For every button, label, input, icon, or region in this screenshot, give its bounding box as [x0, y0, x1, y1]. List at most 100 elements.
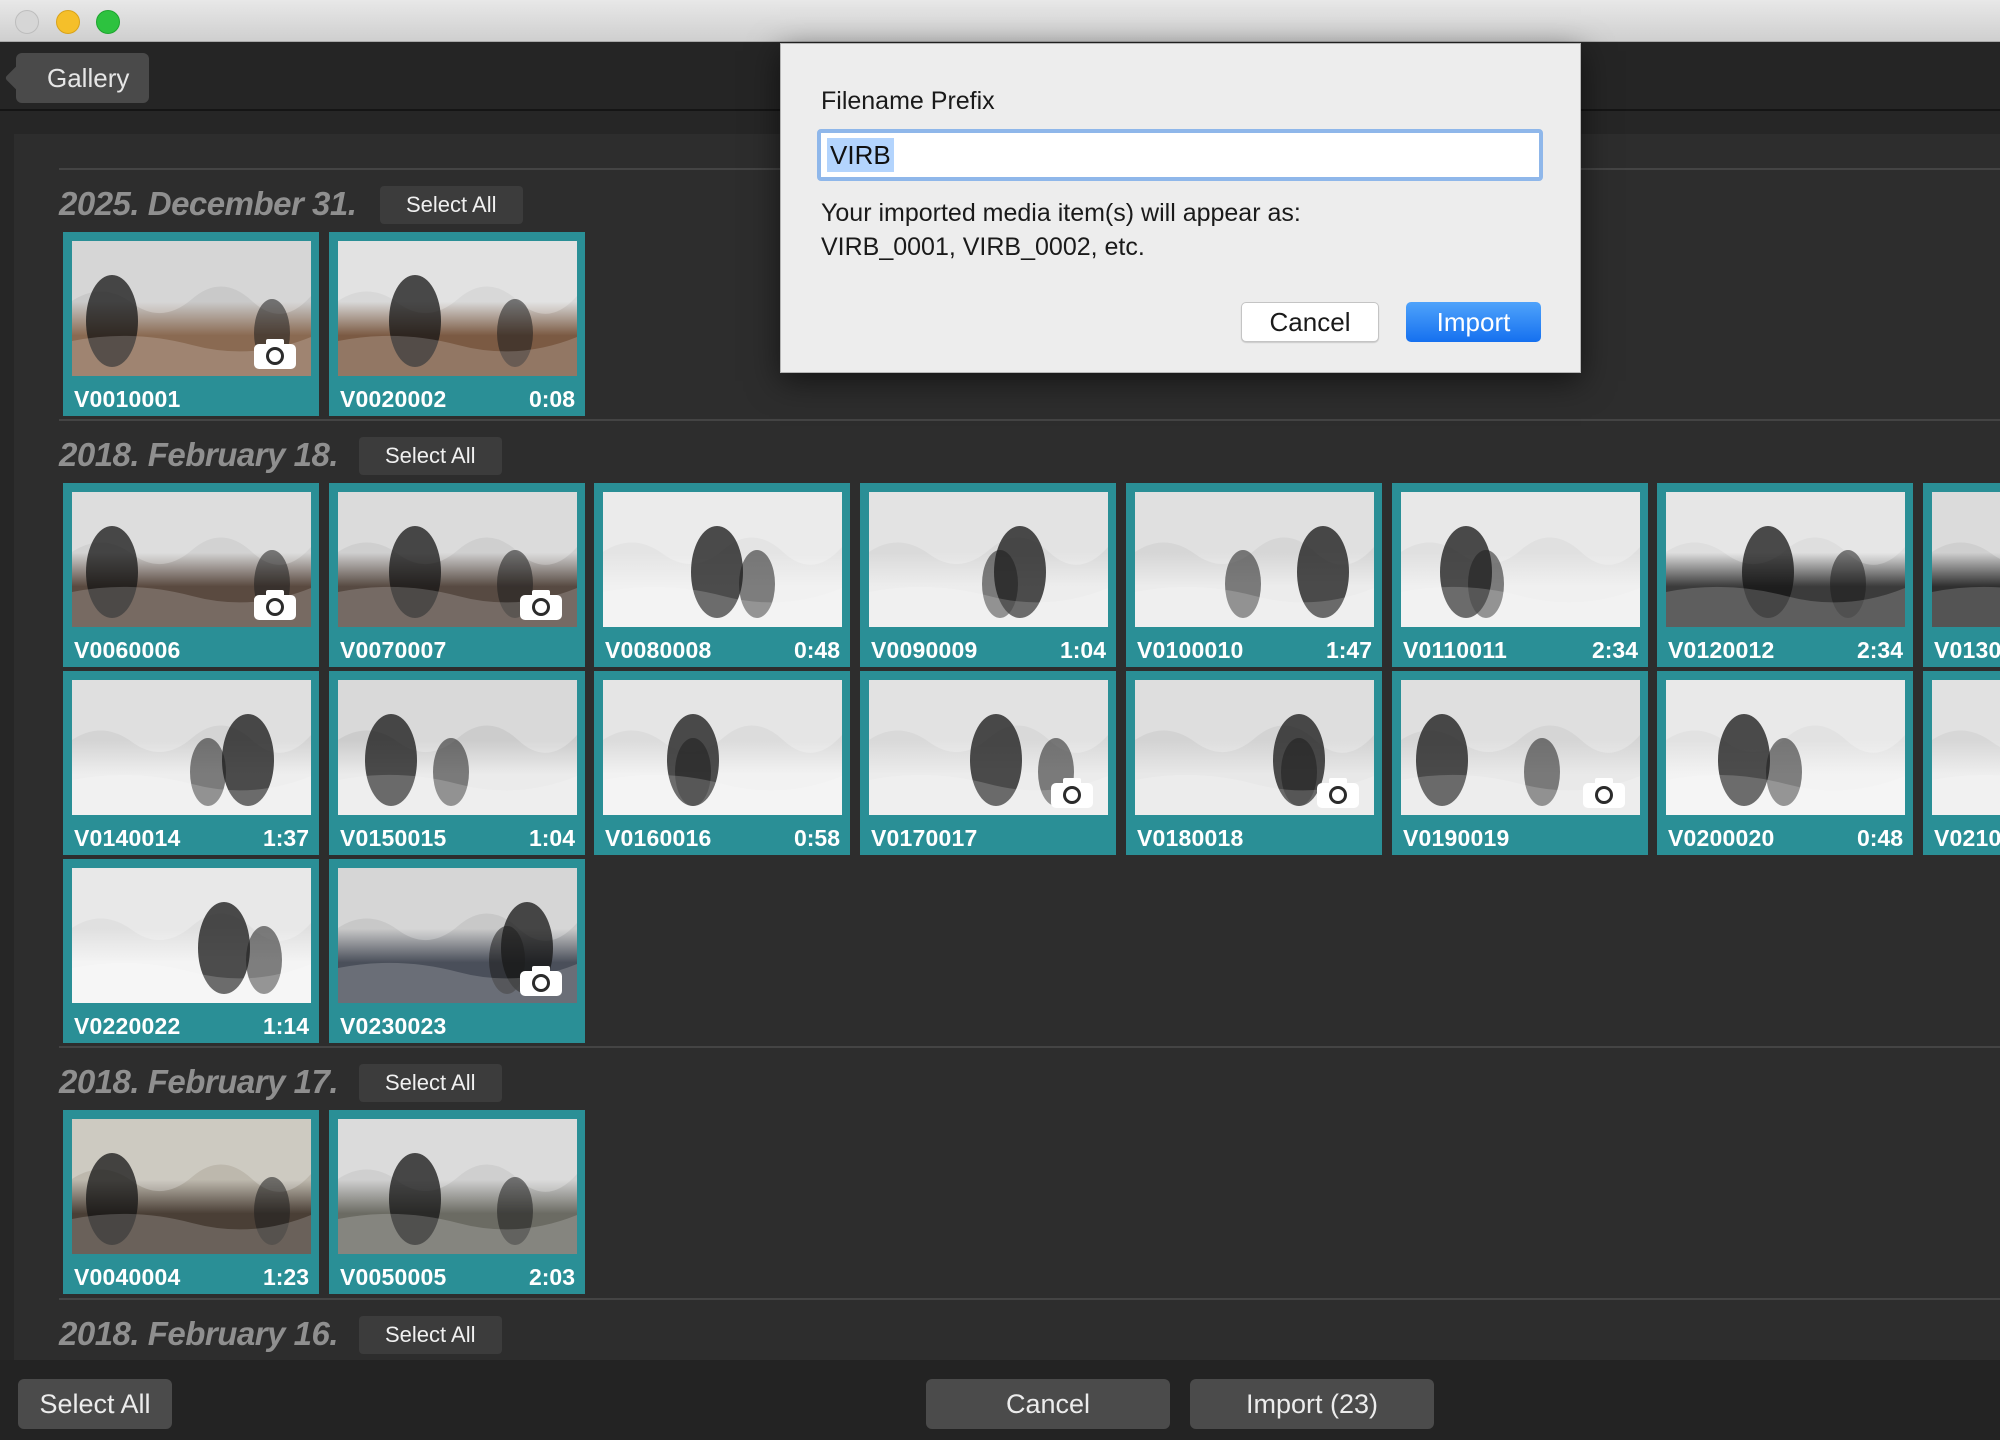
media-thumbnail — [338, 680, 577, 815]
media-filename: V0160016 — [605, 825, 712, 851]
media-duration: 1:47 — [1325, 637, 1372, 663]
media-filename: V0100010 — [1137, 637, 1244, 663]
media-thumbnail — [1932, 680, 2000, 815]
media-tile[interactable]: V0020002 0:08 — [329, 232, 585, 416]
media-tile[interactable]: V0130013 — [1923, 483, 2000, 667]
media-filename: V0060006 — [74, 637, 181, 663]
media-tile[interactable]: V0070007 — [329, 483, 585, 667]
media-tile[interactable]: V0200020 0:48 — [1657, 671, 1913, 855]
media-thumbnail — [1666, 680, 1905, 815]
media-duration: 2:34 — [1591, 637, 1638, 663]
camera-icon — [519, 589, 563, 621]
media-tile[interactable]: V0140014 1:37 — [63, 671, 319, 855]
media-filename: V0050005 — [340, 1264, 447, 1290]
import-button[interactable]: Import (23) — [1190, 1379, 1434, 1429]
dialog-import-button[interactable]: Import — [1406, 302, 1541, 342]
media-tile[interactable]: V0120012 2:34 — [1657, 483, 1913, 667]
media-thumbnail — [72, 492, 311, 627]
media-thumbnail — [338, 868, 577, 1003]
section-date-title: 2018. February 17. — [59, 1063, 339, 1100]
media-duration: 1:37 — [262, 825, 309, 851]
media-tile[interactable]: V0010001 — [63, 232, 319, 416]
media-filename: V0110011 — [1403, 637, 1507, 663]
media-duration: 0:48 — [1856, 825, 1903, 851]
media-filename: V0210021 — [1934, 825, 2000, 851]
media-filename: V0150015 — [340, 825, 447, 851]
media-tile[interactable]: V0210021 — [1923, 671, 2000, 855]
media-tile[interactable]: V0100010 1:47 — [1126, 483, 1382, 667]
section-date-title: 2018. February 16. — [59, 1315, 339, 1352]
media-thumbnail — [869, 680, 1108, 815]
media-filename: V0040004 — [74, 1264, 181, 1290]
media-tile[interactable]: V0190019 — [1392, 671, 1648, 855]
media-duration: 1:14 — [262, 1013, 309, 1039]
app-window: Gallery 2025. December 31. Select All V001… — [0, 0, 2000, 1440]
camera-icon — [1050, 777, 1094, 809]
media-filename: V0010001 — [74, 386, 181, 412]
media-thumbnail — [1666, 492, 1905, 627]
media-filename: V0080008 — [605, 637, 712, 663]
media-tile[interactable]: V0170017 — [860, 671, 1116, 855]
media-thumbnail — [338, 1119, 577, 1254]
section-date-title: 2025. December 31. — [59, 185, 357, 222]
media-filename: V0200020 — [1668, 825, 1775, 851]
close-window-button[interactable] — [15, 10, 39, 34]
camera-icon — [253, 338, 297, 370]
media-thumbnail — [1135, 492, 1374, 627]
select-all-button[interactable]: Select All — [18, 1379, 172, 1429]
media-tile[interactable]: V0110011 2:34 — [1392, 483, 1648, 667]
zoom-window-button[interactable] — [96, 10, 120, 34]
media-tile[interactable]: V0080008 0:48 — [594, 483, 850, 667]
title-bar — [0, 0, 2000, 42]
media-duration: 1:04 — [528, 825, 575, 851]
section-divider — [59, 419, 2000, 421]
camera-icon — [1316, 777, 1360, 809]
section-divider — [59, 1046, 2000, 1048]
media-tile[interactable]: V0180018 — [1126, 671, 1382, 855]
media-thumbnail — [1401, 680, 1640, 815]
minimize-window-button[interactable] — [56, 10, 80, 34]
media-thumbnail — [1135, 680, 1374, 815]
filename-prefix-value[interactable]: VIRB — [827, 138, 894, 172]
media-filename: V0190019 — [1403, 825, 1510, 851]
prefix-description-line2: VIRB_0001, VIRB_0002, etc. — [821, 233, 1145, 261]
media-filename: V0120012 — [1668, 637, 1775, 663]
media-tile[interactable]: V0090009 1:04 — [860, 483, 1116, 667]
media-thumbnail — [72, 241, 311, 376]
media-duration: 0:58 — [793, 825, 840, 851]
media-tile[interactable]: V0060006 — [63, 483, 319, 667]
media-thumbnail — [72, 680, 311, 815]
media-thumbnail — [72, 868, 311, 1003]
camera-icon — [519, 965, 563, 997]
media-thumbnail — [1932, 492, 2000, 627]
media-duration: 2:34 — [1856, 637, 1903, 663]
media-filename: V0170017 — [871, 825, 978, 851]
media-filename: V0140014 — [74, 825, 181, 851]
section-select-all-button[interactable]: Select All — [380, 186, 523, 224]
section-select-all-button[interactable]: Select All — [359, 1064, 502, 1102]
cancel-button[interactable]: Cancel — [926, 1379, 1170, 1429]
media-thumbnail — [869, 492, 1108, 627]
media-tile[interactable]: V0050005 2:03 — [329, 1110, 585, 1294]
filename-prefix-input[interactable]: VIRB — [817, 129, 1543, 181]
media-tile[interactable]: V0040004 1:23 — [63, 1110, 319, 1294]
gallery-back-button[interactable]: Gallery — [16, 53, 149, 103]
media-filename: V0090009 — [871, 637, 978, 663]
media-tile[interactable]: V0150015 1:04 — [329, 671, 585, 855]
media-tile[interactable]: V0220022 1:14 — [63, 859, 319, 1043]
media-filename: V0130013 — [1934, 637, 2000, 663]
gallery-back-label: Gallery — [47, 63, 130, 93]
prefix-description-line1: Your imported media item(s) will appear … — [821, 199, 1301, 227]
media-filename: V0220022 — [74, 1013, 181, 1039]
prefix-description: Your imported media item(s) will appear … — [821, 196, 1541, 264]
section-select-all-button[interactable]: Select All — [359, 1316, 502, 1354]
media-tile[interactable]: V0160016 0:58 — [594, 671, 850, 855]
media-filename: V0020002 — [340, 386, 447, 412]
section-date-title: 2018. February 18. — [59, 436, 339, 473]
media-tile[interactable]: V0230023 — [329, 859, 585, 1043]
dialog-cancel-button[interactable]: Cancel — [1241, 302, 1379, 342]
filename-prefix-dialog: Filename Prefix VIRB Your imported media… — [780, 43, 1581, 373]
media-thumbnail — [338, 492, 577, 627]
camera-icon — [253, 589, 297, 621]
section-select-all-button[interactable]: Select All — [359, 437, 502, 475]
